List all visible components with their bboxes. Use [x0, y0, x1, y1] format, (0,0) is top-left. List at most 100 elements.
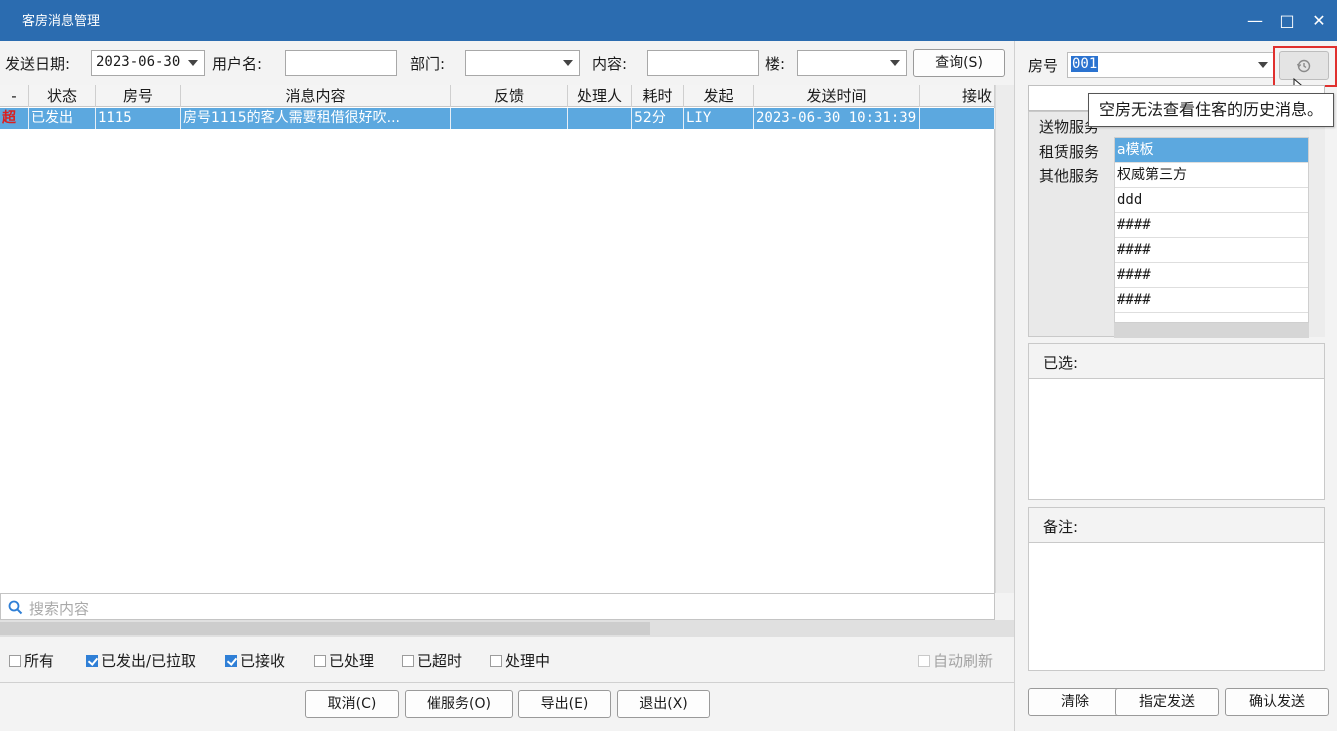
column-header[interactable]: 接收 [920, 85, 995, 107]
column-header[interactable]: 反馈 [451, 85, 568, 107]
category-rental[interactable]: 租赁服务 [1039, 141, 1099, 162]
checkbox-box[interactable] [918, 655, 930, 667]
maximize-button[interactable]: □ [1274, 8, 1300, 34]
template-list: a模板 权威第三方 ddd #### #### #### #### [1114, 137, 1309, 323]
filter-sent-checkbox[interactable]: 已发出/已拉取 [86, 650, 196, 671]
template-horizontal-scrollbar[interactable] [1114, 323, 1309, 338]
column-header[interactable]: - [0, 85, 29, 107]
column-header[interactable]: 状态 [29, 85, 96, 107]
list-item[interactable]: #### [1115, 238, 1308, 263]
column-header[interactable]: 消息内容 [181, 85, 451, 107]
room-cell: 1115 [96, 108, 181, 129]
filter-processing-checkbox[interactable]: 处理中 [490, 650, 550, 671]
checkbox-box[interactable] [402, 655, 414, 667]
column-header[interactable]: 处理人 [568, 85, 632, 107]
urge-service-button[interactable]: 催服务(O) [405, 690, 513, 718]
selected-panel: 已选: [1028, 343, 1325, 500]
initiator-cell: LIY [684, 108, 754, 129]
window-title: 客房消息管理 [22, 14, 101, 29]
filter-all-label: 所有 [24, 652, 55, 670]
username-input[interactable] [285, 50, 397, 76]
list-item[interactable]: ddd [1115, 188, 1308, 213]
checkbox-box[interactable] [86, 655, 98, 667]
close-button[interactable]: ✕ [1306, 8, 1332, 34]
chevron-down-icon [188, 60, 198, 66]
column-header[interactable]: 房号 [96, 85, 181, 107]
send-date-value: 2023-06-30 [96, 54, 181, 70]
filter-timeout-label: 已超时 [417, 652, 463, 670]
service-template-panel: 送物服务 租赁服务 其他服务 a模板 权威第三方 ddd #### #### #… [1028, 111, 1325, 338]
list-item[interactable]: #### [1115, 288, 1308, 313]
column-header[interactable]: 发送时间 [754, 85, 920, 107]
search-icon [8, 600, 23, 615]
confirm-send-button[interactable]: 确认发送 [1225, 688, 1329, 716]
receive-cell [920, 108, 995, 129]
search-input[interactable]: 搜索内容 [0, 593, 995, 620]
clear-button[interactable]: 清除 [1028, 688, 1122, 716]
filter-processed-checkbox[interactable]: 已处理 [314, 650, 374, 671]
column-header[interactable]: 发起 [684, 85, 754, 107]
handler-cell [568, 108, 632, 129]
send-time-cell: 2023-06-30 10:31:39 [754, 108, 920, 129]
filter-received-checkbox[interactable]: 已接收 [225, 650, 285, 671]
chevron-down-icon [563, 60, 573, 66]
list-item[interactable]: #### [1115, 263, 1308, 288]
filter-sent-label: 已发出/已拉取 [101, 652, 197, 670]
list-item[interactable]: 权威第三方 [1115, 163, 1308, 188]
content-input[interactable] [647, 50, 759, 76]
scrollbar-thumb[interactable] [0, 622, 650, 635]
username-label: 用户名: [212, 55, 263, 73]
action-bar: 取消(C) 催服务(O) 导出(E) 退出(X) [0, 683, 1014, 731]
selected-label: 已选: [1029, 344, 1324, 379]
list-item[interactable]: a模板 [1115, 138, 1308, 163]
status-cell: 已发出 [29, 108, 96, 129]
column-header[interactable]: 耗时 [632, 85, 684, 107]
filter-timeout-checkbox[interactable]: 已超时 [402, 650, 462, 671]
message-grid: - 状态 房号 消息内容 反馈 处理人 耗时 发起 发送时间 接收 超 已发出 … [0, 85, 995, 593]
minimize-button[interactable]: — [1242, 8, 1268, 34]
building-select[interactable] [797, 50, 907, 76]
send-date-label: 发送日期: [5, 55, 71, 73]
department-label: 部门: [410, 55, 446, 73]
room-combobox[interactable]: 001 [1067, 52, 1275, 78]
assign-send-button[interactable]: 指定发送 [1115, 688, 1219, 716]
table-row[interactable]: 超 已发出 1115 房号1115的客人需要租借很好吹... 52分 LIY 2… [0, 108, 995, 129]
filter-processed-label: 已处理 [329, 652, 375, 670]
send-date-picker[interactable]: 2023-06-30 [91, 50, 205, 76]
history-button[interactable] [1279, 51, 1329, 80]
overdue-flag: 超 [0, 108, 29, 129]
filter-bar: 发送日期: 2023-06-30 用户名: 部门: 内容: 楼: 查询(S) [0, 41, 1014, 85]
grid-vertical-scrollbar[interactable] [995, 85, 1014, 593]
checkbox-box[interactable] [225, 655, 237, 667]
filter-all-checkbox[interactable]: 所有 [9, 650, 54, 671]
query-button[interactable]: 查询(S) [913, 49, 1005, 77]
auto-refresh-label: 自动刷新 [933, 652, 994, 670]
history-tooltip: 空房无法查看住客的历史消息。 [1088, 93, 1335, 127]
template-vertical-scrollbar[interactable] [1309, 112, 1325, 337]
cancel-button[interactable]: 取消(C) [305, 690, 399, 718]
checkbox-box[interactable] [9, 655, 21, 667]
message-list-panel: 发送日期: 2023-06-30 用户名: 部门: 内容: 楼: 查询(S) -… [0, 41, 1014, 731]
filter-processing-label: 处理中 [505, 652, 551, 670]
content-cell: 房号1115的客人需要租借很好吹... [181, 108, 451, 129]
filter-received-label: 已接收 [240, 652, 286, 670]
export-button[interactable]: 导出(E) [518, 690, 611, 718]
search-placeholder: 搜索内容 [29, 600, 90, 618]
auto-refresh-checkbox[interactable]: 自动刷新 [918, 650, 993, 671]
duration-cell: 52分 [632, 108, 684, 129]
checkbox-box[interactable] [314, 655, 326, 667]
remark-panel[interactable]: 备注: [1028, 507, 1325, 671]
list-item[interactable]: #### [1115, 213, 1308, 238]
feedback-cell [451, 108, 568, 129]
history-icon [1296, 59, 1311, 73]
exit-button[interactable]: 退出(X) [617, 690, 710, 718]
chevron-down-icon[interactable] [1258, 62, 1268, 68]
grid-header: - 状态 房号 消息内容 反馈 处理人 耗时 发起 发送时间 接收 [0, 85, 995, 107]
remark-label: 备注: [1029, 508, 1324, 543]
grid-horizontal-scrollbar[interactable] [0, 620, 1014, 637]
chevron-down-icon [890, 60, 900, 66]
send-panel: 房号 001 空房无法查看住客的历史消息。 送物服务 租赁服务 其他服务 a模板… [1014, 41, 1337, 731]
checkbox-box[interactable] [490, 655, 502, 667]
category-other[interactable]: 其他服务 [1039, 165, 1099, 186]
department-select[interactable] [465, 50, 580, 76]
